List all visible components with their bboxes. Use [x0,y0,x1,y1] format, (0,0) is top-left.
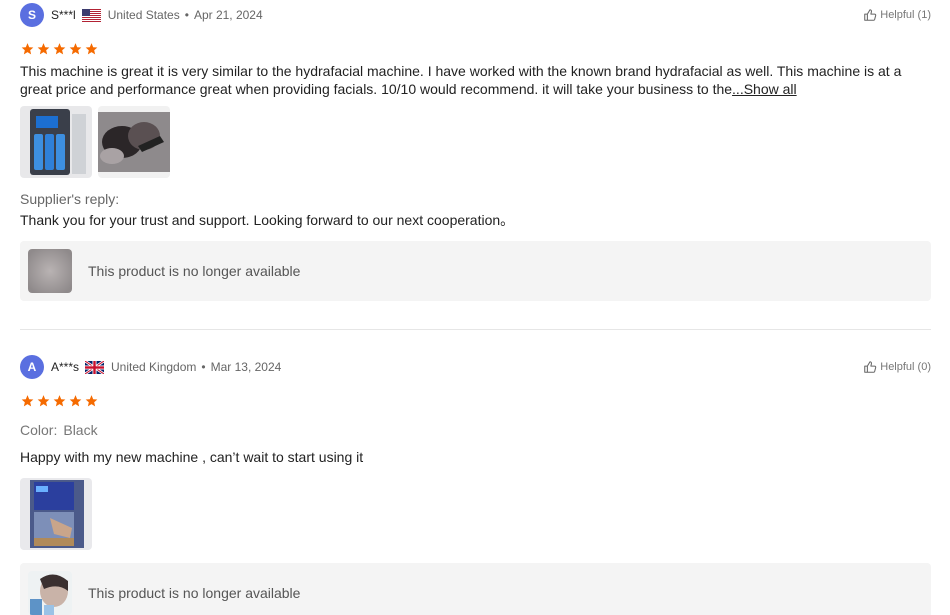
review-text: This machine is great it is very similar… [20,62,931,98]
star-icon [69,43,82,55]
unavailable-product: This product is no longer available [20,241,931,301]
helpful-button[interactable]: Helpful (0) [863,360,931,374]
us-flag-icon [81,8,101,22]
author-name: S***l [51,8,76,22]
supplier-reply-label: Supplier's reply: [20,191,120,207]
thumbs-up-icon [864,361,877,373]
thumbs-up-icon [864,9,877,21]
review-photo[interactable] [20,478,92,550]
review-photos [20,478,931,550]
star-icon [37,43,50,55]
uk-flag-icon [84,359,105,375]
color-label: Color: [20,422,58,438]
star-icon [37,395,50,407]
star-icon [53,395,66,407]
color-attribute: Color: Black [20,422,931,438]
helpful-count: Helpful (1) [880,9,931,21]
show-all-link[interactable]: ...Show all [732,81,797,97]
star-rating [20,394,931,408]
star-icon [69,395,82,407]
author-name: A***s [51,360,80,374]
country: United Kingdom [111,360,197,374]
country: United States [107,8,180,22]
review-photos [20,106,931,178]
supplier-reply-text: Thank you for your trust and support. Lo… [20,212,515,228]
avatar: S [20,3,44,27]
review-text: Happy with my new machine , can’t wait t… [20,449,364,465]
star-icon [21,395,34,407]
review-photo[interactable] [98,106,170,178]
product-thumbnail [28,249,72,293]
product-thumbnail [28,571,72,615]
helpful-count: Helpful (0) [880,361,931,373]
separator-dot: • [201,360,206,374]
review-card: S S***l United States • Apr 21, 2024 Hel… [20,0,931,301]
review-card: A A***s United Kingdom • Mar 13, 2024 He… [20,352,931,615]
unavailable-product: This product is no longer available [20,563,931,615]
review-header: S S***l United States • Apr 21, 2024 Hel… [20,0,931,30]
color-value: Black [63,422,98,438]
unavailable-text: This product is no longer available [88,263,301,279]
review-date: Apr 21, 2024 [193,8,263,22]
review-photo[interactable] [20,106,92,178]
review-divider [20,329,931,330]
unavailable-text: This product is no longer available [88,585,301,601]
star-rating [20,42,931,56]
review-date: Mar 13, 2024 [210,360,282,374]
star-icon [53,43,66,55]
avatar: A [20,355,44,379]
star-icon [85,43,98,55]
review-header: A A***s United Kingdom • Mar 13, 2024 He… [20,352,931,382]
star-icon [21,43,34,55]
helpful-button[interactable]: Helpful (1) [863,8,931,22]
star-icon [85,395,98,407]
separator-dot: • [184,8,189,22]
